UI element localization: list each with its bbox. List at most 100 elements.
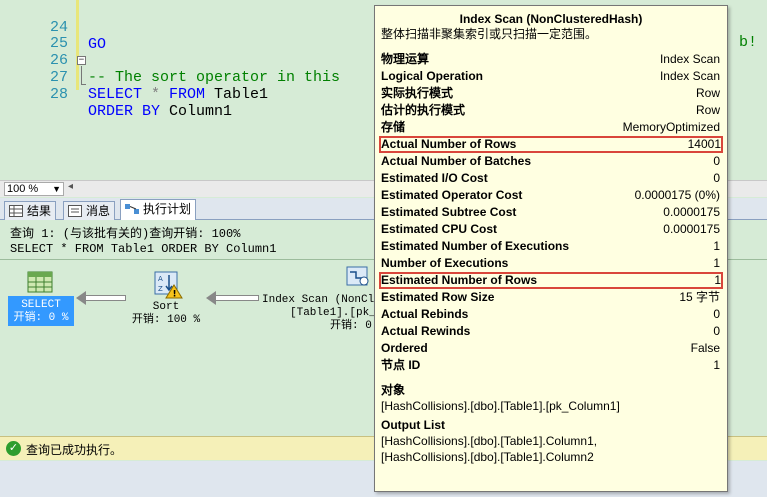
property-row: Logical Operation Index Scan — [381, 68, 721, 85]
property-value: 0 — [713, 171, 720, 185]
object-heading: 对象 — [381, 383, 406, 397]
property-value: 0 — [713, 154, 720, 168]
zoom-select[interactable]: 100 % ▼ — [4, 182, 64, 196]
property-label: Actual Rewinds — [381, 324, 471, 338]
index-scan-node-cost: 开销: 0 — [330, 320, 372, 332]
property-label: Ordered — [381, 341, 428, 355]
tab-label: 消息 — [86, 204, 111, 218]
sort-node-cost: 开销: 100 % — [131, 314, 201, 326]
property-label: 估计的执行模式 — [381, 103, 466, 117]
scroll-left-icon[interactable]: ◂ — [68, 181, 73, 192]
svg-text:A: A — [158, 275, 163, 283]
flow-arrow — [215, 295, 259, 301]
sort-node-icon[interactable]: A Z ! — [154, 271, 184, 299]
line-number: 26 — [49, 52, 68, 69]
property-label: Actual Rebinds — [381, 307, 469, 321]
property-value: 0.0000175 (0%) — [634, 188, 720, 202]
property-value: False — [690, 341, 720, 355]
property-label: Actual Number of Rows — [381, 137, 517, 151]
select-node-name: SELECT — [21, 299, 61, 311]
property-label: 节点 ID — [381, 358, 421, 372]
line-number: 24 — [49, 19, 68, 36]
code-text: ORDER BY Column1 — [88, 103, 233, 120]
property-row: Estimated Operator Cost 0.0000175 (0%) — [381, 187, 721, 204]
tab-messages[interactable]: 消息 — [63, 201, 116, 220]
property-row: Ordered False — [381, 340, 721, 357]
property-label: Estimated Row Size — [381, 290, 495, 304]
code-line-26: 26 -- The sort operator in this — [0, 35, 340, 86]
property-row: Number of Executions 1 — [381, 255, 721, 272]
tab-label: 结果 — [27, 204, 52, 218]
property-row: 实际执行模式 Row — [381, 85, 721, 102]
chevron-down-icon: ▼ — [52, 184, 61, 194]
index-scan-node-object: [Table1].[pk_ — [290, 307, 376, 319]
status-text: 查询已成功执行。 — [26, 443, 123, 457]
property-label: Estimated Operator Cost — [381, 188, 523, 202]
property-value: 1 — [714, 273, 721, 287]
collapse-toggle-icon[interactable]: − — [77, 56, 86, 65]
plan-icon — [125, 204, 139, 214]
property-row: Actual Number of Rows 14001 — [379, 136, 723, 153]
property-row: Estimated I/O Cost 0 — [381, 170, 721, 187]
property-label: Estimated Subtree Cost — [381, 205, 517, 219]
output-list-value-1: [HashCollisions].[dbo].[Table1].Column1, — [381, 434, 598, 448]
property-value: 0.0000175 — [663, 222, 720, 236]
property-row: Estimated CPU Cost 0.0000175 — [381, 221, 721, 238]
sort-node-name: Sort — [152, 301, 180, 313]
message-icon — [68, 205, 82, 217]
select-node-icon[interactable] — [27, 271, 53, 293]
index-scan-node-icon[interactable] — [346, 263, 372, 289]
tooltip-property-list: 物理运算 Index Scan Logical Operation Index Sca… — [379, 51, 723, 374]
object-value: [HashCollisions].[dbo].[Table1].[pk_Colu… — [381, 399, 620, 413]
query-cost-header: 查询 1: (与该批有关的)查询开销: 100% — [10, 227, 241, 241]
code-line-28: 28 ORDER BY Column1 — [0, 69, 232, 120]
property-label: Estimated I/O Cost — [381, 171, 488, 185]
property-label: 存储 — [381, 120, 406, 134]
svg-text:Z: Z — [158, 285, 163, 293]
property-value: Row — [695, 86, 720, 100]
property-value: 0 — [713, 307, 720, 321]
property-row: 估计的执行模式 Row — [381, 102, 721, 119]
property-value: 1 — [713, 256, 720, 270]
property-row: Estimated Row Size 15 字节 — [381, 289, 721, 306]
output-list-heading: Output List — [381, 418, 445, 432]
property-label: Actual Number of Batches — [381, 154, 532, 168]
tab-results[interactable]: 结果 — [4, 201, 57, 220]
index-scan-node-name: Index Scan (NonCl — [262, 294, 375, 306]
property-value: Index Scan — [659, 69, 720, 83]
property-label: Number of Executions — [381, 256, 509, 270]
code-text: SELECT * FROM Table1 — [88, 86, 269, 103]
property-value: 0 — [713, 324, 720, 338]
select-node[interactable]: SELECT 开销: 0 % — [8, 296, 74, 326]
property-row: Actual Rewinds 0 — [381, 323, 721, 340]
property-value: MemoryOptimized — [622, 120, 720, 134]
tooltip-description: 整体扫描非聚集索引或只扫描一定范围。 — [381, 27, 598, 41]
property-row: Estimated Number of Rows 1 — [379, 272, 723, 289]
code-line-27: 27 SELECT * FROM Table1 — [0, 52, 268, 103]
zoom-value: 100 % — [7, 183, 39, 195]
property-row: 存储 MemoryOptimized — [381, 119, 721, 136]
tab-execution-plan[interactable]: 执行计划 — [120, 199, 197, 220]
property-value: 15 字节 — [679, 290, 720, 304]
property-row: 节点 ID 1 — [381, 357, 721, 374]
property-row: 物理运算 Index Scan — [381, 51, 721, 68]
query-text: SELECT * FROM Table1 ORDER BY Column1 — [10, 242, 277, 256]
code-line-25: 25 — [0, 18, 68, 52]
code-line-24: 24 GO — [0, 2, 106, 53]
property-label: Estimated Number of Executions — [381, 239, 570, 253]
line-number: 25 — [49, 35, 68, 52]
collapse-guide — [81, 66, 82, 84]
property-label: 物理运算 — [381, 52, 430, 66]
code-text: GO — [88, 36, 107, 53]
property-value: Index Scan — [659, 52, 720, 66]
select-node-cost: 开销: 0 % — [13, 312, 69, 324]
property-value: 1 — [713, 239, 720, 253]
grid-icon — [9, 205, 23, 217]
property-value: Row — [695, 103, 720, 117]
property-row: Actual Rebinds 0 — [381, 306, 721, 323]
collapse-guide-end — [81, 84, 86, 85]
code-overflow-text: b! — [739, 34, 758, 51]
output-list-value-2: [HashCollisions].[dbo].[Table1].Column2 — [381, 450, 594, 464]
property-label: 实际执行模式 — [381, 86, 454, 100]
property-label: Logical Operation — [381, 69, 484, 83]
